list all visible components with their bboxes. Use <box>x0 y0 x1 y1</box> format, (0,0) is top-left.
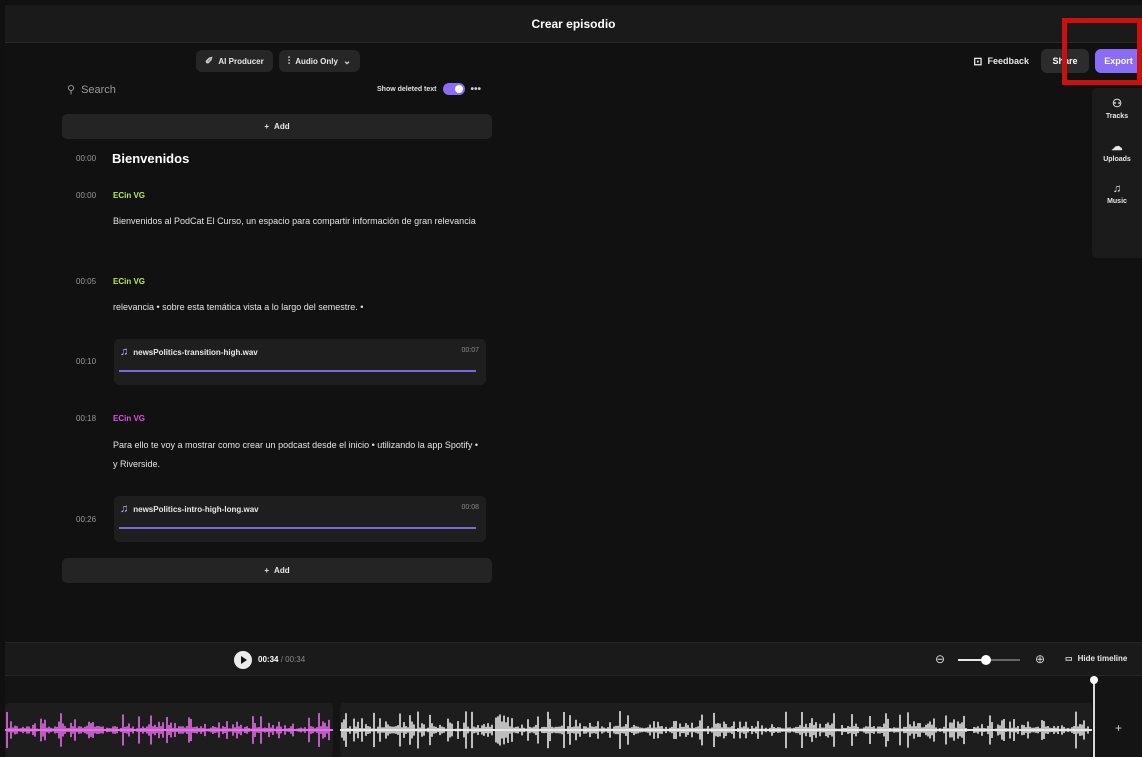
add-label: Add <box>274 566 290 575</box>
heading-timestamp: 00:00 <box>76 154 97 163</box>
zoom-slider[interactable] <box>958 655 1020 665</box>
tracks-label: Tracks <box>1105 113 1129 120</box>
search-icon: ⚲ <box>67 84 76 96</box>
transport-bar: 00:34 / 00:34 ⊖ ⊕ ▭ Hide timeline <box>5 642 1142 676</box>
zoom-slider-knob[interactable] <box>980 655 991 665</box>
title-bar: Crear episodio ⌃ <box>5 5 1142 43</box>
hide-timeline-label: Hide timeline <box>1077 654 1128 663</box>
time-display: 00:34 / 00:34 <box>258 655 305 664</box>
speaker-label[interactable]: ECin VG <box>113 414 145 423</box>
show-deleted-label: Show deleted text <box>377 85 437 93</box>
plus-icon: + <box>264 122 270 131</box>
audio-mode-dropdown[interactable]: ⫶ Audio Only ⌄ <box>278 50 361 72</box>
clip-duration: 00:08 <box>461 504 479 511</box>
chevron-down-icon: ⌄ <box>342 55 352 67</box>
timeline: + <box>5 676 1142 757</box>
more-options-icon[interactable]: ••• <box>471 84 482 95</box>
segment-timestamp: 00:05 <box>76 277 97 286</box>
play-icon[interactable] <box>234 651 252 669</box>
speaker-label[interactable]: ECin VG <box>113 191 145 200</box>
speaker-label[interactable]: ECin VG <box>113 277 145 286</box>
waveform-icon: ⫶ <box>287 55 291 67</box>
audio-mode-label: Audio Only <box>295 56 338 66</box>
timeline-add-icon[interactable]: + <box>1115 721 1122 735</box>
top-actions: ⊡ Feedback Share Export <box>973 49 1142 73</box>
clip-duration: 00:07 <box>461 347 479 354</box>
share-button[interactable]: Share <box>1041 49 1089 73</box>
plus-icon: + <box>264 566 270 575</box>
clip-progress-line <box>119 527 476 529</box>
music-label: Music <box>1107 198 1127 205</box>
segment-text[interactable]: Para ello te voy a mostrar como crear un… <box>113 436 483 474</box>
timeline-clip-voice[interactable] <box>340 703 1092 757</box>
tracks-button[interactable]: ⚇ Tracks <box>1092 97 1142 120</box>
music-button[interactable]: ♫ Music <box>1092 183 1142 205</box>
clip-filename: newsPolitics-transition-high.wav <box>133 347 258 357</box>
side-rail: ⚇ Tracks ☁ Uploads ♫ Music <box>1092 88 1142 258</box>
music-note-icon: ♫ <box>120 503 129 515</box>
waveform-voice <box>340 711 1092 749</box>
clip-name: ♫ newsPolitics-transition-high.wav <box>120 346 258 358</box>
audio-clip[interactable]: ♫ newsPolitics-transition-high.wav 00:07 <box>114 339 486 385</box>
ai-producer-label: AI Producer <box>218 56 264 66</box>
time-separator: / <box>280 655 283 664</box>
clip-timestamp: 00:10 <box>76 357 97 366</box>
export-button[interactable]: Export <box>1095 49 1142 73</box>
playhead[interactable] <box>1090 676 1098 757</box>
editor-main: ✐ AI Producer ⫶ Audio Only ⌄ ⊡ Feedback … <box>5 44 1142 642</box>
audio-clip[interactable]: ♫ newsPolitics-intro-high-long.wav 00:08 <box>114 496 486 542</box>
music-note-icon: ♫ <box>120 346 129 358</box>
clip-filename: newsPolitics-intro-high-long.wav <box>133 504 259 514</box>
segment-text[interactable]: Bienvenidos al PodCat El Curso, un espac… <box>113 212 483 231</box>
timeline-clip-music[interactable] <box>5 703 333 757</box>
add-bottom-button[interactable]: + Add <box>62 558 492 583</box>
search-placeholder: Search <box>81 83 116 96</box>
hide-timeline-button[interactable]: ▭ Hide timeline <box>1065 654 1127 663</box>
zoom-out-icon[interactable]: ⊖ <box>935 652 945 666</box>
search-input[interactable]: ⚲ Search <box>67 83 116 97</box>
segment-timestamp: 00:00 <box>76 191 97 200</box>
mode-pills: ✐ AI Producer ⫶ Audio Only ⌄ <box>196 50 361 72</box>
total-time: 00:34 <box>285 655 306 664</box>
people-icon: ⚇ <box>1112 98 1122 110</box>
segment-text[interactable]: relevancia • sobre esta temática vista a… <box>113 298 483 317</box>
music-note-icon: ♫ <box>1112 183 1122 195</box>
show-deleted-toggle[interactable] <box>442 83 465 95</box>
section-heading[interactable]: Bienvenidos <box>112 151 189 166</box>
waveform-music <box>5 711 333 749</box>
current-time: 00:34 <box>258 655 279 664</box>
collapse-icon[interactable]: ⌃ <box>1119 15 1132 35</box>
magic-wand-icon: ✐ <box>205 55 214 67</box>
window-title: Crear episodio <box>531 17 616 31</box>
clip-progress-line <box>119 370 476 372</box>
clip-name: ♫ newsPolitics-intro-high-long.wav <box>120 503 259 515</box>
uploads-button[interactable]: ☁ Uploads <box>1092 140 1142 163</box>
show-deleted-control: Show deleted text ••• <box>377 83 481 95</box>
upload-cloud-icon: ☁ <box>1111 141 1123 153</box>
uploads-label: Uploads <box>1103 156 1131 163</box>
segment-timestamp: 00:18 <box>76 414 97 423</box>
monitor-icon: ▭ <box>1065 654 1073 663</box>
feedback-label: Feedback <box>987 56 1029 66</box>
zoom-in-icon[interactable]: ⊕ <box>1035 652 1045 666</box>
feedback-icon: ⊡ <box>973 55 983 68</box>
clip-timestamp: 00:26 <box>76 515 97 524</box>
add-label: Add <box>274 122 290 131</box>
add-top-button[interactable]: + Add <box>62 114 492 139</box>
feedback-button[interactable]: ⊡ Feedback <box>973 55 1029 68</box>
ai-producer-button[interactable]: ✐ AI Producer <box>196 50 273 72</box>
